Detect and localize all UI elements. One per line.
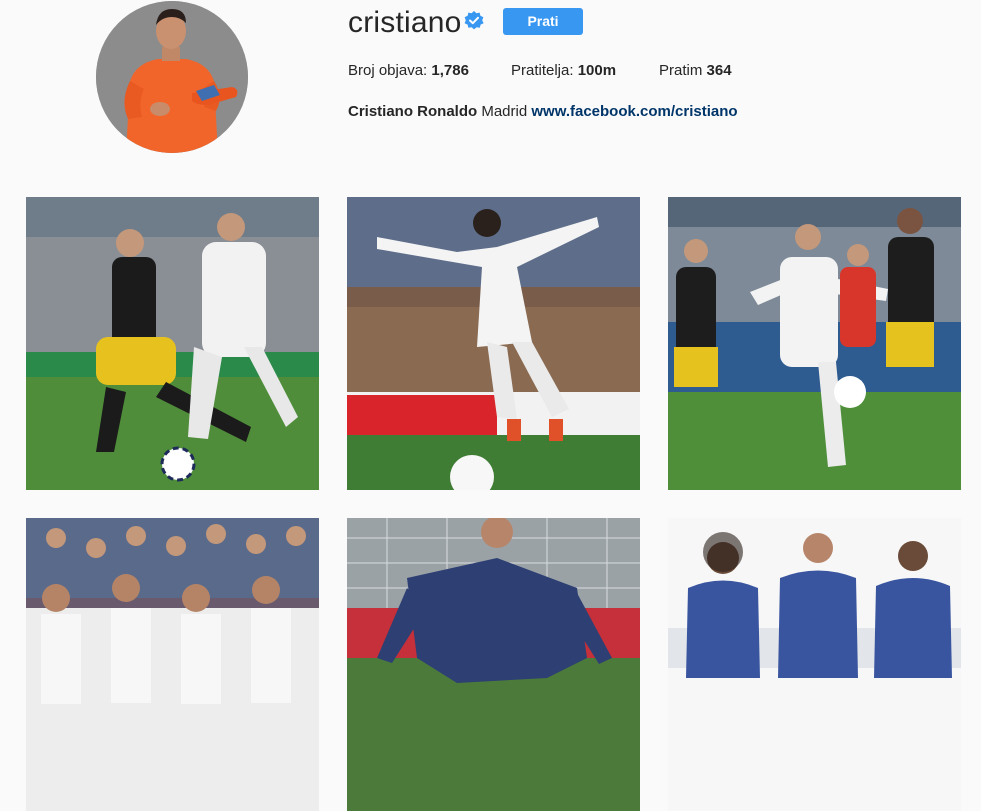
- profile-bio: Cristiano Ronaldo Madrid www.facebook.co…: [348, 103, 738, 120]
- posts-count: Broj objava: 1,786: [348, 62, 469, 79]
- post-thumbnail[interactable]: [668, 197, 961, 490]
- follow-button[interactable]: Prati: [503, 8, 583, 35]
- location: Madrid: [481, 103, 528, 120]
- following-value: 364: [706, 62, 732, 79]
- posts-value: 1,786: [431, 62, 469, 79]
- verified-badge-icon: [464, 11, 484, 30]
- bio-link[interactable]: www.facebook.com/cristiano: [531, 103, 737, 120]
- post-thumbnail[interactable]: [347, 518, 640, 811]
- post-thumbnail[interactable]: [26, 518, 319, 811]
- followers-count[interactable]: Pratitelja: 100m: [511, 62, 616, 79]
- post-thumbnail[interactable]: [668, 518, 961, 811]
- followers-label: Pratitelja:: [511, 62, 574, 79]
- post-thumbnail[interactable]: [26, 197, 319, 490]
- full-name: Cristiano Ronaldo: [348, 103, 478, 120]
- posts-label: Broj objava:: [348, 62, 428, 79]
- followers-value: 100m: [577, 62, 617, 79]
- username: cristiano: [348, 6, 462, 39]
- post-thumbnail[interactable]: [347, 197, 640, 490]
- following-count[interactable]: Pratim 364: [659, 62, 732, 79]
- following-label: Pratim: [659, 62, 703, 79]
- profile-avatar[interactable]: [96, 1, 248, 153]
